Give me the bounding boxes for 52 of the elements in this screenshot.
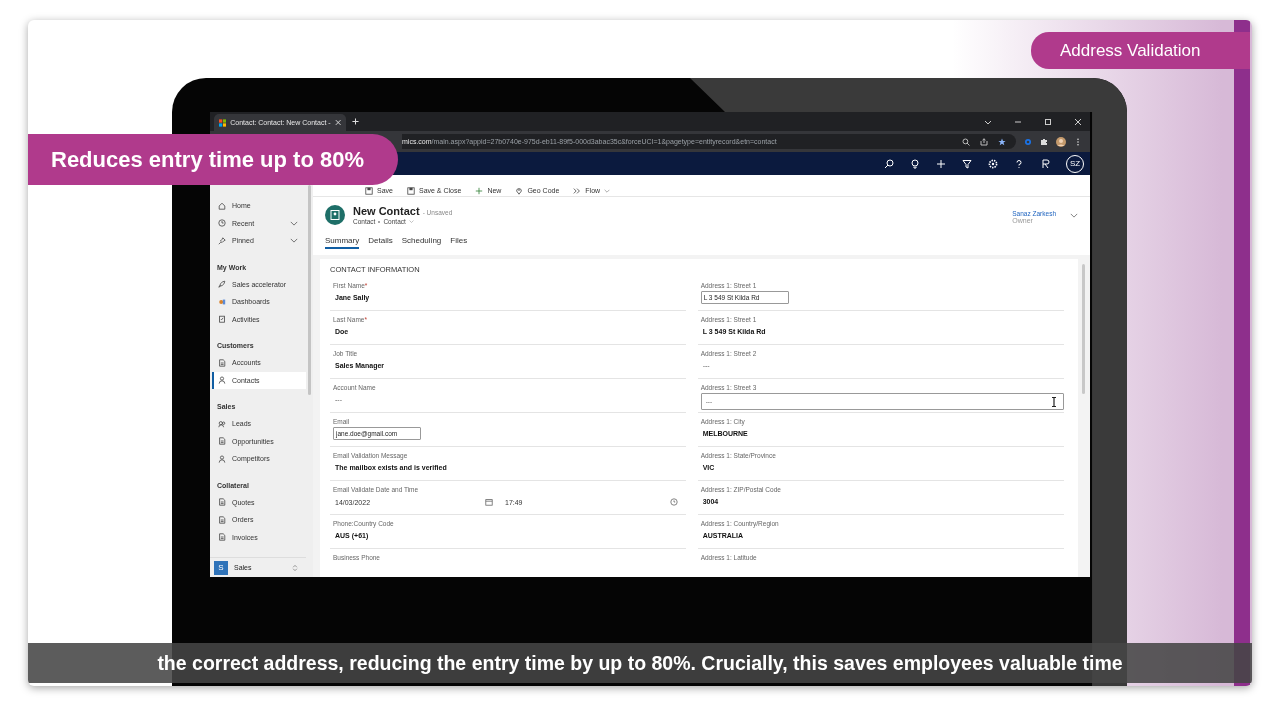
puzzle-icon[interactable]	[1040, 137, 1048, 146]
settings-icon[interactable]	[988, 158, 998, 169]
close-icon[interactable]	[1074, 117, 1082, 126]
save-icon	[406, 186, 415, 195]
pin-icon	[515, 186, 524, 195]
doc-icon	[218, 437, 226, 446]
text-cursor-icon	[1051, 396, 1057, 407]
plus-icon	[475, 186, 484, 195]
doc-icon	[218, 515, 226, 524]
updown-icon	[292, 563, 298, 572]
clock-icon[interactable]	[669, 498, 678, 506]
topic-badge: Address Validation	[1031, 32, 1250, 69]
clock-icon	[218, 219, 226, 228]
plus-icon[interactable]	[936, 158, 946, 169]
area-badge: S	[214, 560, 228, 575]
save-icon	[365, 186, 373, 195]
scrollbar-thumb[interactable]	[1082, 264, 1085, 394]
calendar-icon[interactable]	[485, 498, 493, 506]
form-tab[interactable]: Summary	[325, 236, 360, 249]
subtitle-caption: the correct address, reducing the entry time by up to 80%. Crucially, this saves employees valuable time	[28, 643, 1252, 683]
profile-icon[interactable]	[1056, 136, 1066, 147]
flow-icon	[573, 186, 582, 195]
filter-icon[interactable]	[962, 158, 972, 169]
help-icon[interactable]	[1014, 158, 1024, 169]
close-icon[interactable]	[334, 119, 341, 126]
chart-icon	[218, 297, 226, 306]
clipboard-icon	[218, 315, 226, 324]
form-tab[interactable]: Scheduling	[401, 236, 442, 249]
person-icon	[218, 376, 226, 385]
doc-icon	[218, 358, 226, 367]
form-tab[interactable]: Files	[450, 236, 468, 249]
logo-icon	[219, 118, 227, 127]
contact-icon	[325, 205, 345, 225]
extension-icon[interactable]	[1024, 137, 1032, 146]
lightbulb-icon[interactable]	[910, 158, 920, 169]
share-icon[interactable]	[980, 137, 988, 146]
chevron-down-icon	[604, 188, 611, 193]
claim-banner: Reduces entry time up to 80%	[28, 134, 398, 185]
doc-icon	[218, 533, 226, 542]
zoom-icon[interactable]	[962, 137, 970, 146]
pin-icon	[218, 236, 226, 245]
more-icon[interactable]	[1074, 137, 1082, 146]
doc-icon	[218, 498, 226, 507]
search-icon[interactable]	[884, 158, 894, 169]
scrollbar-thumb[interactable]	[308, 185, 311, 395]
restore-icon[interactable]	[1044, 117, 1052, 126]
record-title: New Contact	[353, 205, 420, 217]
new-tab-icon[interactable]	[352, 118, 359, 125]
home-icon	[218, 201, 226, 210]
form-tab[interactable]: Details	[368, 236, 393, 249]
star-icon[interactable]	[998, 137, 1006, 146]
person-icon	[218, 454, 226, 463]
